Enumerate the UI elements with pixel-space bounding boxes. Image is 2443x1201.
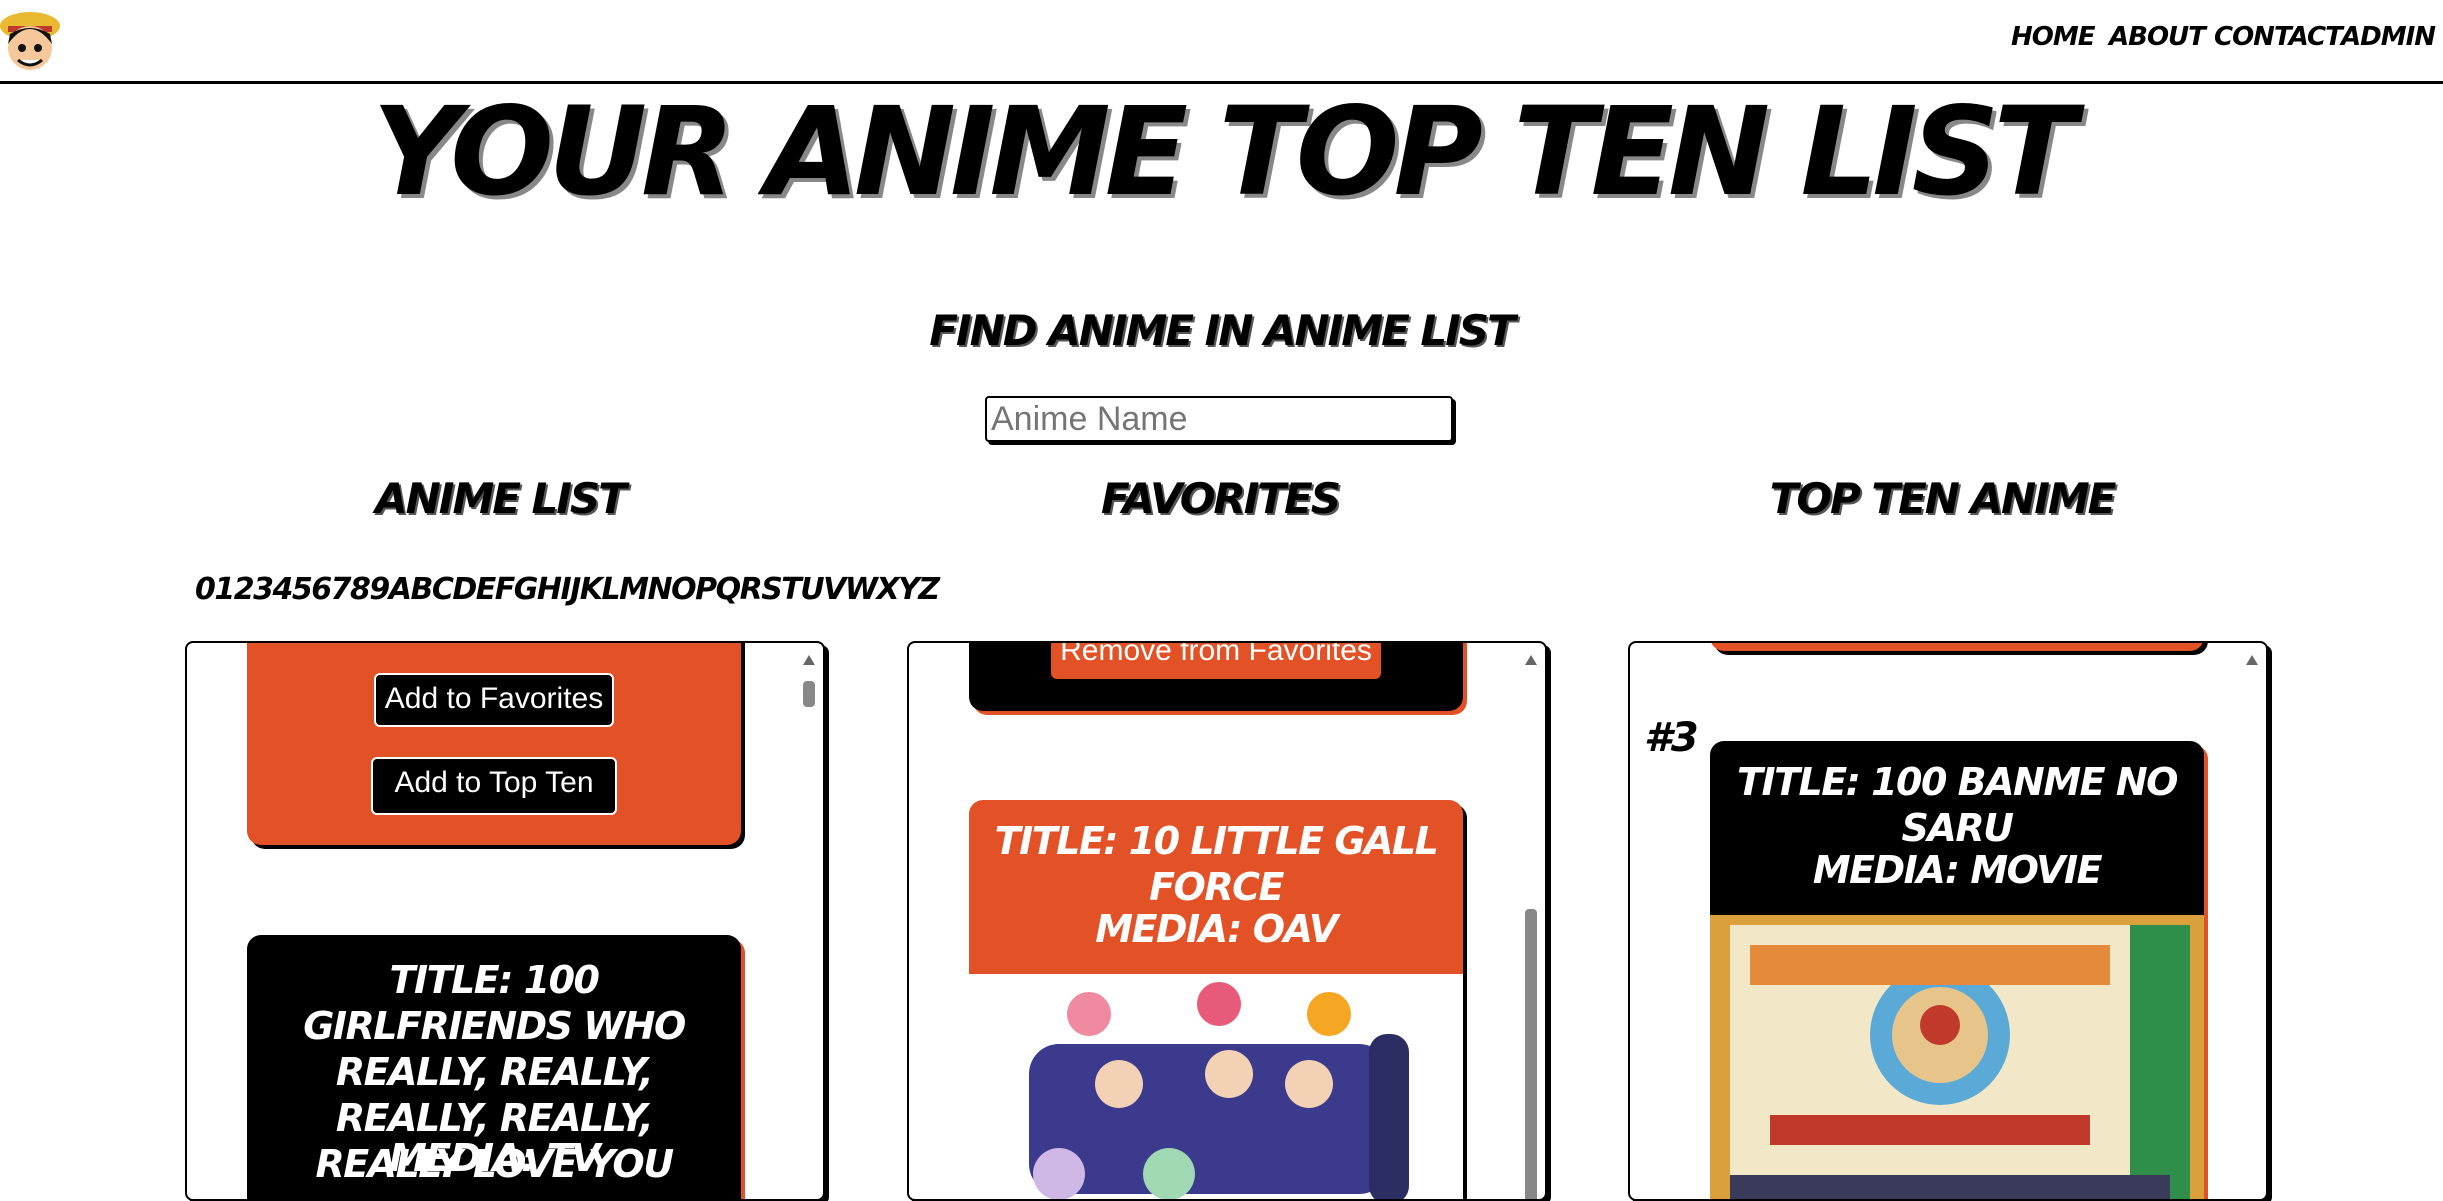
favorite-card-title: Title: 10 Little Gall Force: [994, 819, 1439, 909]
favorites-heading: Favorites: [1101, 474, 1341, 523]
favorite-card: Remove from Favorites: [969, 643, 1463, 711]
anime-poster-image: [1710, 915, 2204, 1199]
nav-admin-link[interactable]: Admin: [2341, 22, 2436, 52]
top-ten-heading: Top Ten Anime: [1769, 474, 2117, 523]
anime-card-media: Media: TV: [389, 1136, 600, 1180]
top-ten-card: [1710, 643, 2204, 651]
anime-list-panel[interactable]: Add to Favorites Add to Top Ten Title: 1…: [185, 641, 825, 1201]
logo-luffy-icon[interactable]: [0, 4, 62, 78]
scrollbar-thumb[interactable]: [1525, 909, 1537, 1199]
nav-about-link[interactable]: About: [2109, 22, 2206, 52]
scroll-up-arrow-icon[interactable]: [803, 655, 815, 665]
anime-list-heading: Anime List: [375, 474, 627, 523]
rank-number: #3: [1644, 715, 1699, 761]
top-ten-card-title: Title: 100 Banme no Saru: [1737, 760, 2178, 850]
top-ten-card: Title: 100 Banme no Saru Media: Movie: [1710, 741, 2204, 1199]
top-nav: Home About Contact Admin: [0, 0, 2443, 84]
page-title: YOUR ANIME TOP TEN LIST: [372, 81, 2077, 223]
favorite-card-media: Media: OAV: [1095, 907, 1338, 951]
scroll-up-arrow-icon[interactable]: [2246, 655, 2258, 665]
nav-home-link[interactable]: Home: [2011, 22, 2095, 52]
top-ten-card-media: Media: Movie: [1812, 848, 2103, 892]
anime-card: Add to Favorites Add to Top Ten: [247, 643, 741, 845]
nav-contact-link[interactable]: Contact: [2214, 22, 2343, 52]
alphabet-filter[interactable]: 0123456789ABCDEFGHIJKLMNOPQRSTUVWXYZ: [195, 572, 940, 607]
add-to-favorites-button[interactable]: Add to Favorites: [374, 673, 614, 727]
anime-search-input[interactable]: [985, 396, 1453, 442]
anime-cover-image: [969, 974, 1463, 1199]
top-ten-panel[interactable]: #3 Title: 100 Banme no Saru Media: Movie: [1628, 641, 2268, 1201]
anime-card: Title: 100 Girlfriends Who Really, Reall…: [247, 935, 741, 1199]
scroll-up-arrow-icon[interactable]: [1525, 655, 1537, 665]
add-to-top-ten-button[interactable]: Add to Top Ten: [371, 757, 617, 815]
search-heading: Find Anime in Anime List: [929, 306, 1515, 355]
scrollbar-thumb[interactable]: [803, 681, 815, 707]
favorites-panel[interactable]: Remove from Favorites Title: 10 Little G…: [907, 641, 1547, 1201]
remove-from-favorites-button[interactable]: Remove from Favorites: [1051, 643, 1381, 679]
favorite-card: Title: 10 Little Gall Force Media: OAV: [969, 800, 1463, 1199]
